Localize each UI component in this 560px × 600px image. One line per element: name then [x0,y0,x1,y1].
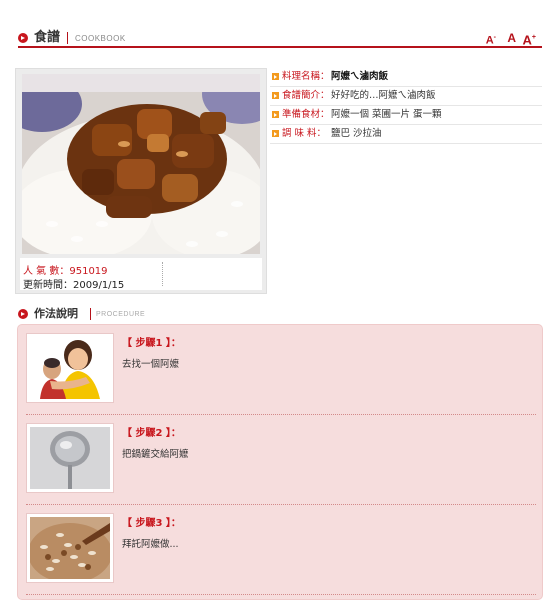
recipe-details: 料理名稱： 阿嬤ㄟ滷肉飯 食譜簡介： 好好吃的…阿嬤ㄟ滷肉飯 準備食材： 阿嬤一… [270,68,542,144]
step-2-text: 把鍋鏟交給阿嬤 [122,449,189,460]
detail-value: 好好吃的…阿嬤ㄟ滷肉飯 [331,90,436,101]
update-time: 更新時間：2009/1/15 [23,276,124,291]
detail-row-name: 料理名稱： 阿嬤ㄟ滷肉飯 [270,68,542,87]
font-increase-sign: + [531,34,536,41]
procedure-divider [90,308,91,320]
font-decrease-button[interactable]: A- [486,31,496,48]
procedure-subtitle: PROCEDURE [96,311,146,318]
detail-bullet-icon [272,130,279,137]
detail-label: 料理名稱： [282,71,330,82]
detail-bullet-icon [272,111,279,118]
procedure-header: 作法說明 PROCEDURE [18,307,318,323]
font-increase-label: A [522,32,532,48]
detail-bullet-icon [272,73,279,80]
recipe-photo [22,74,260,254]
font-normal-label: A [507,31,516,45]
page-title: 食譜 [34,30,61,45]
step-1-label: 【 步驟1 】： [122,338,181,349]
cookbook-header: 食譜 COOKBOOK A- A A+ [18,30,542,48]
detail-label: 準備食材： [282,109,330,120]
title-divider [67,32,68,44]
step-2-image [26,423,114,493]
step-1: 【 步驟1 】： 去找一個阿嬤 [26,325,536,413]
section-bullet-icon [18,309,28,319]
step-1-text: 去找一個阿嬤 [122,359,180,370]
detail-row-seasoning: 調 味 料： 鹽巴 沙拉油 [270,125,542,144]
procedure-title: 作法說明 [34,307,78,320]
font-decrease-label: A [485,34,494,47]
detail-row-intro: 食譜簡介： 好好吃的…阿嬤ㄟ滷肉飯 [270,87,542,106]
page-subtitle: COOKBOOK [75,34,126,43]
font-increase-button[interactable]: A+ [523,31,536,47]
step-3: 【 步驟3 】： 拜託阿嬤做... [26,505,536,593]
section-bullet-icon [18,33,28,43]
update-time-label: 更新時間： [23,280,73,291]
step-2-label: 【 步驟2 】： [122,428,181,439]
step-3-image [26,513,114,583]
font-normal-button[interactable]: A [507,31,516,45]
info-divider [162,262,163,286]
recipe-photo-box: 人 氣 數：951019 更新時間：2009/1/15 [15,68,267,294]
detail-label: 調 味 料： [282,128,327,139]
detail-label: 食譜簡介： [282,90,330,101]
step-3-text: 拜託阿嬤做... [122,539,179,550]
photo-info: 人 氣 數：951019 更新時間：2009/1/15 [20,258,262,291]
detail-row-ingredients: 準備食材： 阿嬤一個 菜圃一片 蛋一顆 [270,106,542,125]
procedure-panel: 【 步驟1 】： 去找一個阿嬤 【 步驟2 】： 把鍋鏟交給阿嬤 【 步驟3 】… [17,324,543,600]
detail-value: 阿嬤一個 菜圃一片 蛋一顆 [331,109,442,120]
step-divider [26,594,536,595]
step-3-label: 【 步驟3 】： [122,518,181,529]
step-2: 【 步驟2 】： 把鍋鏟交給阿嬤 [26,415,536,503]
font-decrease-sign: - [493,34,496,41]
step-1-image [26,333,114,403]
update-time-value: 2009/1/15 [73,280,125,291]
detail-bullet-icon [272,92,279,99]
detail-value: 鹽巴 沙拉油 [331,128,382,139]
popularity-count: 人 氣 數：951019 [23,262,108,277]
detail-value: 阿嬤ㄟ滷肉飯 [331,71,389,82]
